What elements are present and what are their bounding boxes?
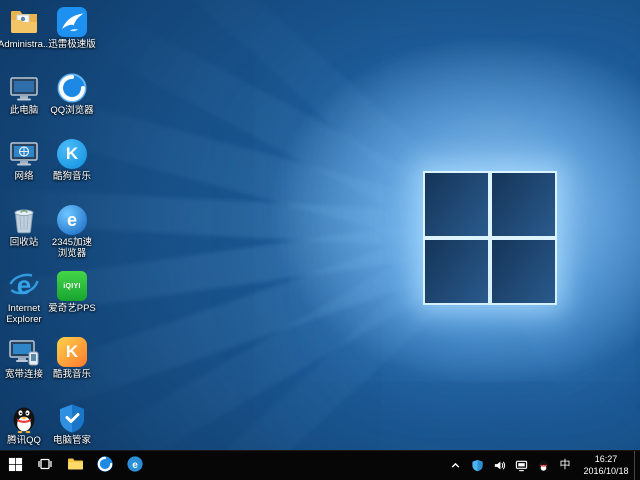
2345-browser-icon: e bbox=[56, 204, 88, 236]
desktop-icon-label: 爱奇艺PPS bbox=[48, 304, 96, 315]
desktop: Administra... 迅雷极速版 此电脑 bbox=[0, 0, 640, 480]
security-tray-button[interactable] bbox=[469, 451, 485, 480]
xunlei-bird-icon bbox=[56, 6, 88, 38]
windows-logo-wallpaper bbox=[423, 171, 557, 305]
kuwo-music-icon: K bbox=[56, 336, 88, 368]
taskbar-clock[interactable]: 16:27 2016/10/18 bbox=[578, 451, 634, 480]
2345-e-letter: e bbox=[67, 210, 77, 231]
desktop-icon-kugou-music[interactable]: K 酷狗音乐 bbox=[48, 138, 96, 204]
2345-browser-icon: e bbox=[126, 455, 144, 476]
desktop-icon-label: 宽带连接 bbox=[5, 370, 43, 381]
desktop-icon-qq-browser[interactable]: QQ浏览器 bbox=[48, 72, 96, 138]
task-view-icon bbox=[37, 456, 53, 475]
volume-tray-button[interactable] bbox=[491, 451, 507, 480]
shield-icon bbox=[471, 459, 484, 472]
desktop-icon-iqiyi-pps[interactable]: iQIYI 爱奇艺PPS bbox=[48, 270, 96, 336]
qq-browser-icon bbox=[96, 455, 114, 476]
clock-time: 16:27 bbox=[595, 454, 618, 466]
show-hidden-icons-button[interactable] bbox=[447, 451, 463, 480]
desktop-icon-2345-browser[interactable]: e 2345加速浏览器 bbox=[48, 204, 96, 270]
desktop-icon-recycle-bin[interactable]: 回收站 bbox=[0, 204, 48, 270]
computer-monitor-icon bbox=[8, 72, 40, 104]
network-tray-button[interactable] bbox=[513, 451, 529, 480]
desktop-icon-label: 网络 bbox=[14, 172, 33, 183]
pc-manager-shield-icon bbox=[56, 402, 88, 434]
desktop-icon-label: Administra... bbox=[0, 40, 50, 51]
desktop-icon-kuwo-music[interactable]: K 酷我音乐 bbox=[48, 336, 96, 402]
network-icon bbox=[515, 459, 528, 472]
kuwo-k-letter: K bbox=[66, 342, 78, 362]
taskbar: e bbox=[0, 450, 640, 480]
qq-penguin-icon bbox=[8, 402, 40, 434]
logo-pane bbox=[492, 173, 555, 236]
recycle-bin-icon bbox=[8, 204, 40, 236]
windows-logo-icon bbox=[8, 457, 23, 475]
user-folder-icon bbox=[8, 6, 40, 38]
desktop-icon-internet-explorer[interactable]: e Internet Explorer bbox=[0, 270, 48, 336]
internet-explorer-icon: e bbox=[8, 270, 40, 302]
kugou-k-letter: K bbox=[66, 144, 78, 164]
chevron-up-icon bbox=[450, 460, 461, 471]
qq-tray-button[interactable] bbox=[535, 451, 551, 480]
desktop-icon-this-pc[interactable]: 此电脑 bbox=[0, 72, 48, 138]
svg-text:e: e bbox=[132, 460, 138, 471]
desktop-icon-label: 酷狗音乐 bbox=[53, 172, 91, 183]
broadband-connection-icon bbox=[8, 336, 40, 368]
task-view-button[interactable] bbox=[30, 451, 60, 480]
logo-pane bbox=[425, 173, 488, 236]
clock-date: 2016/10/18 bbox=[583, 466, 628, 478]
qq-penguin-icon bbox=[537, 459, 550, 472]
show-desktop-button[interactable] bbox=[634, 451, 640, 480]
desktop-icon-label: 2345加速浏览器 bbox=[48, 238, 96, 260]
speaker-icon bbox=[493, 459, 506, 472]
start-button[interactable] bbox=[0, 451, 30, 480]
desktop-icons: Administra... 迅雷极速版 此电脑 bbox=[0, 6, 96, 468]
network-globe-icon bbox=[8, 138, 40, 170]
kugou-music-icon: K bbox=[56, 138, 88, 170]
taskbar-spacer bbox=[150, 451, 442, 480]
desktop-icon-xunlei[interactable]: 迅雷极速版 bbox=[48, 6, 96, 72]
file-explorer-folder-icon bbox=[66, 455, 84, 476]
desktop-icon-label: 迅雷极速版 bbox=[48, 40, 96, 51]
system-tray: 中 bbox=[442, 451, 578, 480]
desktop-icon-label: 电脑管家 bbox=[53, 436, 91, 447]
desktop-icon-network[interactable]: 网络 bbox=[0, 138, 48, 204]
input-method-indicator[interactable]: 中 bbox=[557, 451, 573, 480]
desktop-icon-broadband[interactable]: 宽带连接 bbox=[0, 336, 48, 402]
iqiyi-logo-text: iQIYI bbox=[63, 283, 80, 290]
logo-pane bbox=[492, 240, 555, 303]
file-explorer-taskbar-button[interactable] bbox=[60, 451, 90, 480]
iqiyi-pps-icon: iQIYI bbox=[56, 270, 88, 302]
desktop-icon-label: 此电脑 bbox=[10, 106, 39, 117]
2345-browser-taskbar-button[interactable]: e bbox=[120, 451, 150, 480]
qq-browser-taskbar-button[interactable] bbox=[90, 451, 120, 480]
ime-language-label: 中 bbox=[560, 460, 571, 471]
logo-pane bbox=[425, 240, 488, 303]
qq-browser-icon bbox=[56, 72, 88, 104]
wallpaper bbox=[0, 0, 640, 450]
desktop-icon-label: 酷我音乐 bbox=[53, 370, 91, 381]
desktop-icon-label: 腾讯QQ bbox=[7, 436, 41, 447]
desktop-icon-label: Internet Explorer bbox=[0, 304, 48, 326]
desktop-icon-label: 回收站 bbox=[10, 238, 39, 249]
desktop-icon-label: QQ浏览器 bbox=[50, 106, 93, 117]
desktop-icon-administrator[interactable]: Administra... bbox=[0, 6, 48, 72]
